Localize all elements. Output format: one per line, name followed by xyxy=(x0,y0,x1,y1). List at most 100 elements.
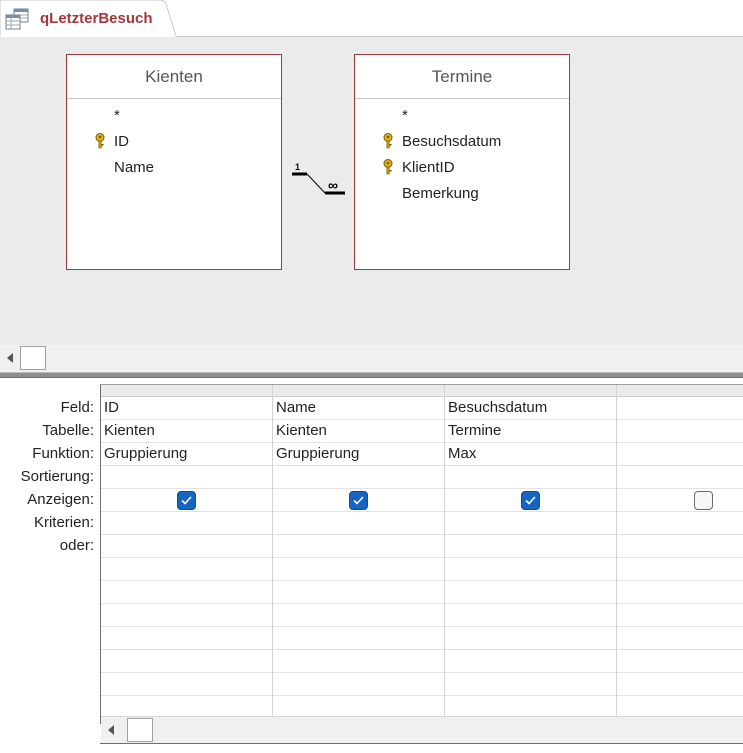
show-checkbox[interactable] xyxy=(349,491,368,510)
column-selector[interactable] xyxy=(101,385,272,397)
scroll-thumb[interactable] xyxy=(127,718,153,742)
grid-column: Besuchsdatum Termine Max xyxy=(445,385,617,724)
cell-kriterien[interactable] xyxy=(617,512,743,535)
query-datasheet-icon xyxy=(5,8,29,30)
cell-anzeigen xyxy=(273,489,444,512)
column-selector[interactable] xyxy=(273,385,444,397)
cell-empty[interactable] xyxy=(273,604,444,627)
row-label-anzeigen: Anzeigen: xyxy=(27,491,94,508)
field-bemerkung[interactable]: Bemerkung xyxy=(355,183,569,209)
design-pane-horizontal-scrollbar[interactable] xyxy=(0,345,743,372)
row-label-funktion: Funktion: xyxy=(32,445,94,462)
table-title-termine[interactable]: Termine xyxy=(355,55,569,99)
show-checkbox[interactable] xyxy=(177,491,196,510)
cell-empty[interactable] xyxy=(617,581,743,604)
cell-kriterien[interactable] xyxy=(273,512,444,535)
cell-oder[interactable] xyxy=(617,535,743,558)
cell-funktion[interactable]: Gruppierung xyxy=(101,443,272,466)
cell-empty[interactable] xyxy=(273,650,444,673)
cell-empty[interactable] xyxy=(101,627,272,650)
cell-anzeigen xyxy=(445,489,616,512)
chevron-left-icon xyxy=(108,725,114,735)
cell-empty[interactable] xyxy=(273,627,444,650)
grid-horizontal-scrollbar[interactable] xyxy=(101,716,743,743)
cell-funktion[interactable] xyxy=(617,443,743,466)
scroll-left-button[interactable] xyxy=(0,346,20,370)
scroll-left-button[interactable] xyxy=(101,718,121,742)
cell-sortierung[interactable] xyxy=(617,466,743,489)
cell-empty[interactable] xyxy=(617,650,743,673)
grid-column xyxy=(617,385,743,724)
cell-feld[interactable]: ID xyxy=(101,397,272,420)
column-selector[interactable] xyxy=(445,385,616,397)
cell-empty[interactable] xyxy=(617,604,743,627)
cell-funktion[interactable]: Max xyxy=(445,443,616,466)
cell-empty[interactable] xyxy=(101,650,272,673)
cell-empty[interactable] xyxy=(273,673,444,696)
field-name[interactable]: Name xyxy=(67,157,281,183)
checkmark-icon xyxy=(181,496,192,505)
cell-tabelle[interactable]: Kienten xyxy=(273,420,444,443)
cell-tabelle[interactable]: Kienten xyxy=(101,420,272,443)
cell-empty[interactable] xyxy=(617,627,743,650)
cell-empty[interactable] xyxy=(101,558,272,581)
table-box-kienten[interactable]: Kienten * ID Name xyxy=(66,54,282,270)
scroll-thumb[interactable] xyxy=(20,346,46,370)
chevron-left-icon xyxy=(7,353,13,363)
field-label: * xyxy=(114,107,120,124)
field-klientid[interactable]: KlientID xyxy=(355,157,569,183)
field-id[interactable]: ID xyxy=(67,131,281,157)
table-box-termine[interactable]: Termine * Besuchsdatum KlientID Bemerkun… xyxy=(354,54,570,270)
cell-oder[interactable] xyxy=(101,535,272,558)
cell-kriterien[interactable] xyxy=(101,512,272,535)
cell-sortierung[interactable] xyxy=(273,466,444,489)
cell-empty[interactable] xyxy=(101,673,272,696)
checkmark-icon xyxy=(353,496,364,505)
cell-feld[interactable]: Name xyxy=(273,397,444,420)
cell-funktion[interactable]: Gruppierung xyxy=(273,443,444,466)
cell-oder[interactable] xyxy=(273,535,444,558)
show-checkbox[interactable] xyxy=(694,491,713,510)
show-checkbox[interactable] xyxy=(521,491,540,510)
table-title-kienten[interactable]: Kienten xyxy=(67,55,281,99)
query-design-pane[interactable]: Kienten * ID Name 1 ∞ Termine * Besuchsd… xyxy=(0,37,743,345)
checkmark-icon xyxy=(525,496,536,505)
field-all[interactable]: * xyxy=(67,105,281,131)
cell-empty[interactable] xyxy=(445,558,616,581)
cell-empty[interactable] xyxy=(445,650,616,673)
cell-empty[interactable] xyxy=(617,673,743,696)
field-besuchsdatum[interactable]: Besuchsdatum xyxy=(355,131,569,157)
grid-column: ID Kienten Gruppierung xyxy=(101,385,273,724)
cell-empty[interactable] xyxy=(101,581,272,604)
cell-feld[interactable] xyxy=(617,397,743,420)
cell-oder[interactable] xyxy=(445,535,616,558)
cell-empty[interactable] xyxy=(273,581,444,604)
row-label-feld: Feld: xyxy=(60,399,94,416)
cell-sortierung[interactable] xyxy=(101,466,272,489)
cell-tabelle[interactable] xyxy=(617,420,743,443)
cell-empty[interactable] xyxy=(101,604,272,627)
cell-empty[interactable] xyxy=(617,558,743,581)
cell-anzeigen xyxy=(617,489,743,512)
cell-tabelle[interactable]: Termine xyxy=(445,420,616,443)
field-label: Name xyxy=(114,159,155,176)
cell-empty[interactable] xyxy=(445,673,616,696)
row-label-tabelle: Tabelle: xyxy=(42,422,94,439)
field-label: KlientID xyxy=(402,159,455,176)
primary-key-icon xyxy=(383,159,393,175)
primary-key-icon xyxy=(383,133,393,149)
cell-sortierung[interactable] xyxy=(445,466,616,489)
field-label: * xyxy=(402,107,408,124)
cell-empty[interactable] xyxy=(445,604,616,627)
relationship-line[interactable]: 1 ∞ xyxy=(285,157,355,207)
column-selector[interactable] xyxy=(617,385,743,397)
cell-anzeigen xyxy=(101,489,272,512)
cell-empty[interactable] xyxy=(445,627,616,650)
cell-kriterien[interactable] xyxy=(445,512,616,535)
cell-empty[interactable] xyxy=(273,558,444,581)
field-label: Besuchsdatum xyxy=(402,133,502,150)
tab-qletzterbesuch[interactable]: qLetzterBesuch xyxy=(0,0,178,37)
cell-feld[interactable]: Besuchsdatum xyxy=(445,397,616,420)
field-all[interactable]: * xyxy=(355,105,569,131)
cell-empty[interactable] xyxy=(445,581,616,604)
